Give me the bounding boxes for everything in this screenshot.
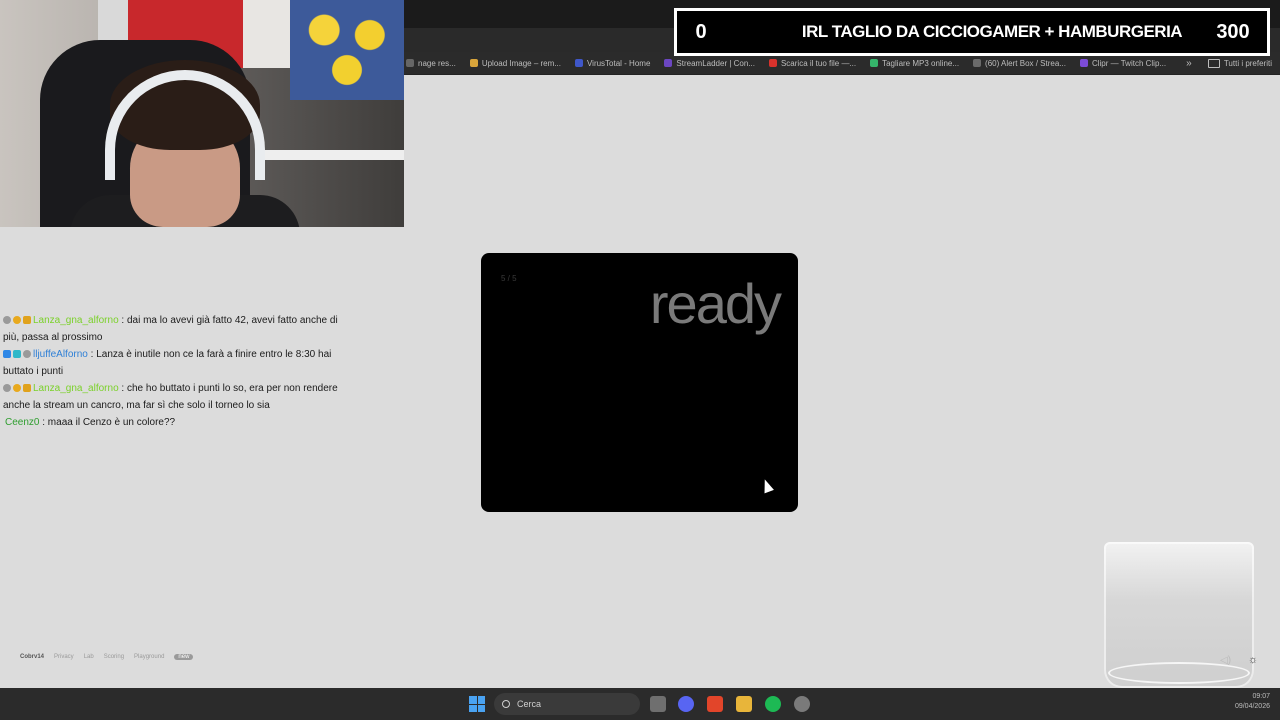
bookmark-favicon-icon [1079,59,1088,67]
chat-text: : maaa il Cenzo è un colore?? [42,417,176,428]
clock-date: 09/04/2026 [1234,703,1270,710]
ready-word: ready [649,272,782,335]
bookmark-favicon-icon [469,59,478,67]
chat-username[interactable]: Ceenz0 [5,417,39,428]
spotify-icon[interactable] [765,696,781,712]
taskbar-search[interactable]: Cerca [494,693,640,715]
folder-icon [1207,58,1220,68]
bookmark-item[interactable]: Scarica il tuo file —... [768,59,856,68]
chat-message: Lanza_gna_alforno : che ho buttato i pun… [0,380,340,414]
search-placeholder: Cerca [517,699,542,709]
file-explorer-icon[interactable] [736,696,752,712]
brightness-icon[interactable]: ☼ [1248,654,1258,666]
obs-icon[interactable] [794,696,810,712]
chat-overlay: Lanza_gna_alforno : dai ma lo avevi già … [0,312,340,431]
stream-goal-banner: 0 IRL TAGLIO DA CICCIOGAMER + HAMBURGERI… [674,8,1270,56]
bookmark-favicon-icon [574,59,583,67]
chat-username[interactable]: Lanza_gna_alforno [33,315,119,326]
webcam-minions-poster [290,0,404,100]
chat-badges [3,350,31,359]
chat-username[interactable]: Lanza_gna_alforno [33,383,119,394]
badge-icon [23,350,31,359]
bookmark-item[interactable]: nage res... [406,59,456,68]
goal-current-value: 0 [695,20,707,43]
typing-test-card[interactable]: 5 / 5 ready [481,253,798,512]
footer-link[interactable]: Scoring [104,654,124,660]
bookmark-item[interactable]: Tagliare MP3 online... [870,59,959,68]
brave-browser-icon[interactable] [707,696,723,712]
footer-link[interactable]: Playground [134,654,164,660]
badge-icon [3,316,11,325]
site-footer-links: Cobrv14 Privacy Lab Scoring Playground n… [20,654,194,660]
goal-target-value: 300 [1216,20,1250,43]
bookmark-favicon-icon [406,59,414,67]
windows-start-icon[interactable] [469,696,485,712]
badge-icon [23,384,31,393]
chat-message: Ceenz0 : maaa il Cenzo è un colore?? [0,414,340,431]
badge-icon [23,316,31,325]
discord-icon[interactable] [678,696,694,712]
chat-username[interactable]: lljuffeAlforno [33,349,88,360]
bookmark-favicon-icon [768,59,777,67]
webcam-flag [243,0,291,68]
volume-icon[interactable]: ◁) [1220,655,1231,666]
webcam-feed [0,0,404,227]
footer-new-badge: new [174,654,194,660]
chat-message: Lanza_gna_alforno : dai ma lo avevi già … [0,312,340,346]
chat-badges [3,384,31,393]
taskbar: Cerca 09:07 09/04/2026 [0,688,1280,720]
bookmarks-folder[interactable]: Tutti i preferiti [1207,58,1280,68]
round-counter: 5 / 5 [501,274,517,283]
search-icon [502,700,510,708]
badge-icon [13,316,21,325]
bookmark-favicon-icon [973,59,982,67]
chat-message: lljuffeAlforno : Lanza è inutile non ce … [0,346,340,380]
bookmarks-overflow-chevron-icon[interactable]: » [1186,58,1192,69]
badge-icon [13,350,21,359]
bookmark-item[interactable]: Clipr — Twitch Clip... [1079,59,1166,68]
webcam-keyboard [260,150,404,160]
goal-title: IRL TAGLIO DA CICCIOGAMER + HAMBURGERIA [801,22,1183,41]
task-view-icon[interactable] [650,696,666,712]
bookmark-favicon-icon [664,59,673,67]
chat-badges [3,316,31,325]
badge-icon [3,384,11,393]
system-clock[interactable]: 09:07 09/04/2026 [1235,692,1270,712]
footer-link[interactable]: Privacy [54,654,74,660]
bookmark-item[interactable]: VirusTotal - Home [574,59,650,68]
badge-icon [3,350,11,359]
badge-icon [13,384,21,393]
bookmark-favicon-icon [870,59,879,67]
clock-time: 09:07 [1252,693,1270,700]
bookmark-item[interactable]: (60) Alert Box / Strea... [973,59,1066,68]
footer-brand[interactable]: Cobrv14 [20,654,44,660]
bookmark-item[interactable]: Upload Image – rem... [469,59,561,68]
footer-link[interactable]: Lab [84,654,94,660]
bookmark-item[interactable]: StreamLadder | Con... [664,59,755,68]
